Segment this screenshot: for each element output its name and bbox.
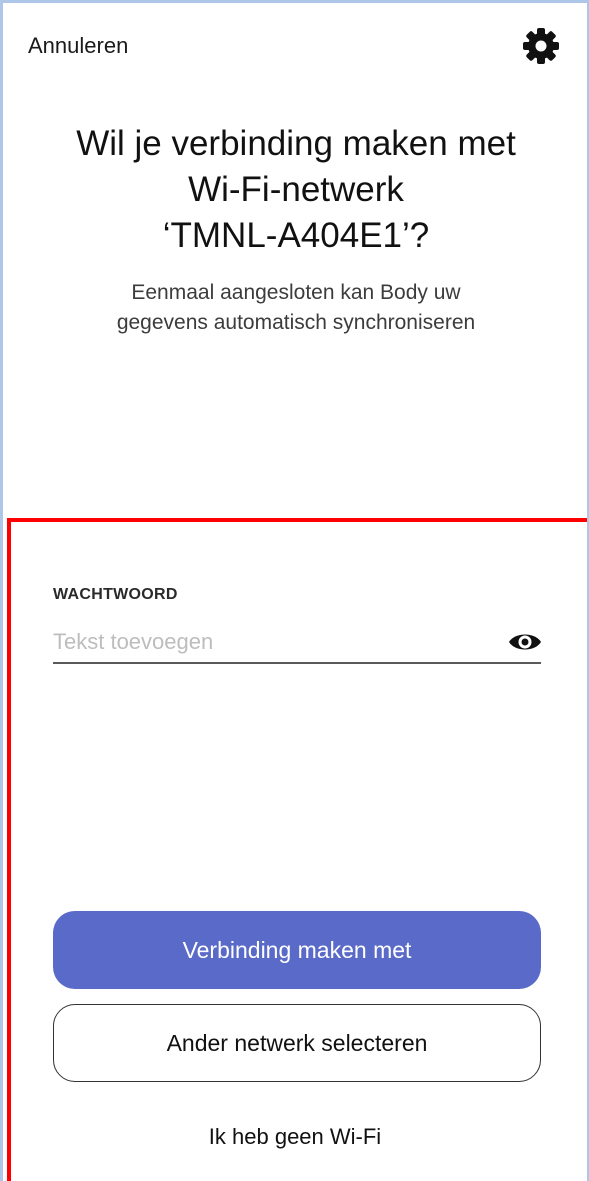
eye-icon[interactable] xyxy=(508,629,542,655)
password-input[interactable] xyxy=(53,623,498,661)
password-underline xyxy=(53,662,541,664)
page-title: Wil je verbinding maken met Wi-Fi-netwer… xyxy=(33,121,559,259)
other-network-button[interactable]: Ander netwerk selecteren xyxy=(53,1004,541,1082)
title-line-2: Wi-Fi-netwerk xyxy=(188,170,404,209)
no-wifi-link[interactable]: Ik heb geen Wi-Fi xyxy=(3,1124,587,1150)
subtitle-line-1: Eenmaal aangesloten kan Body uw xyxy=(131,281,461,304)
title-line-1: Wil je verbinding maken met xyxy=(76,124,516,163)
subtitle-line-2: gegevens automatisch synchroniseren xyxy=(116,311,476,334)
page-subtitle: Eenmaal aangesloten kan Body uw gegevens… xyxy=(43,278,549,338)
connect-button[interactable]: Verbinding maken met xyxy=(53,911,541,989)
password-label: WACHTWOORD xyxy=(53,586,178,603)
wifi-connect-screen: Annuleren Wil je verbinding maken met Wi… xyxy=(3,3,587,1181)
cancel-button[interactable]: Annuleren xyxy=(28,33,128,59)
top-bar: Annuleren xyxy=(3,3,587,87)
title-line-3: ‘TMNL-A404E1’? xyxy=(162,216,430,255)
gear-icon[interactable] xyxy=(520,25,562,67)
